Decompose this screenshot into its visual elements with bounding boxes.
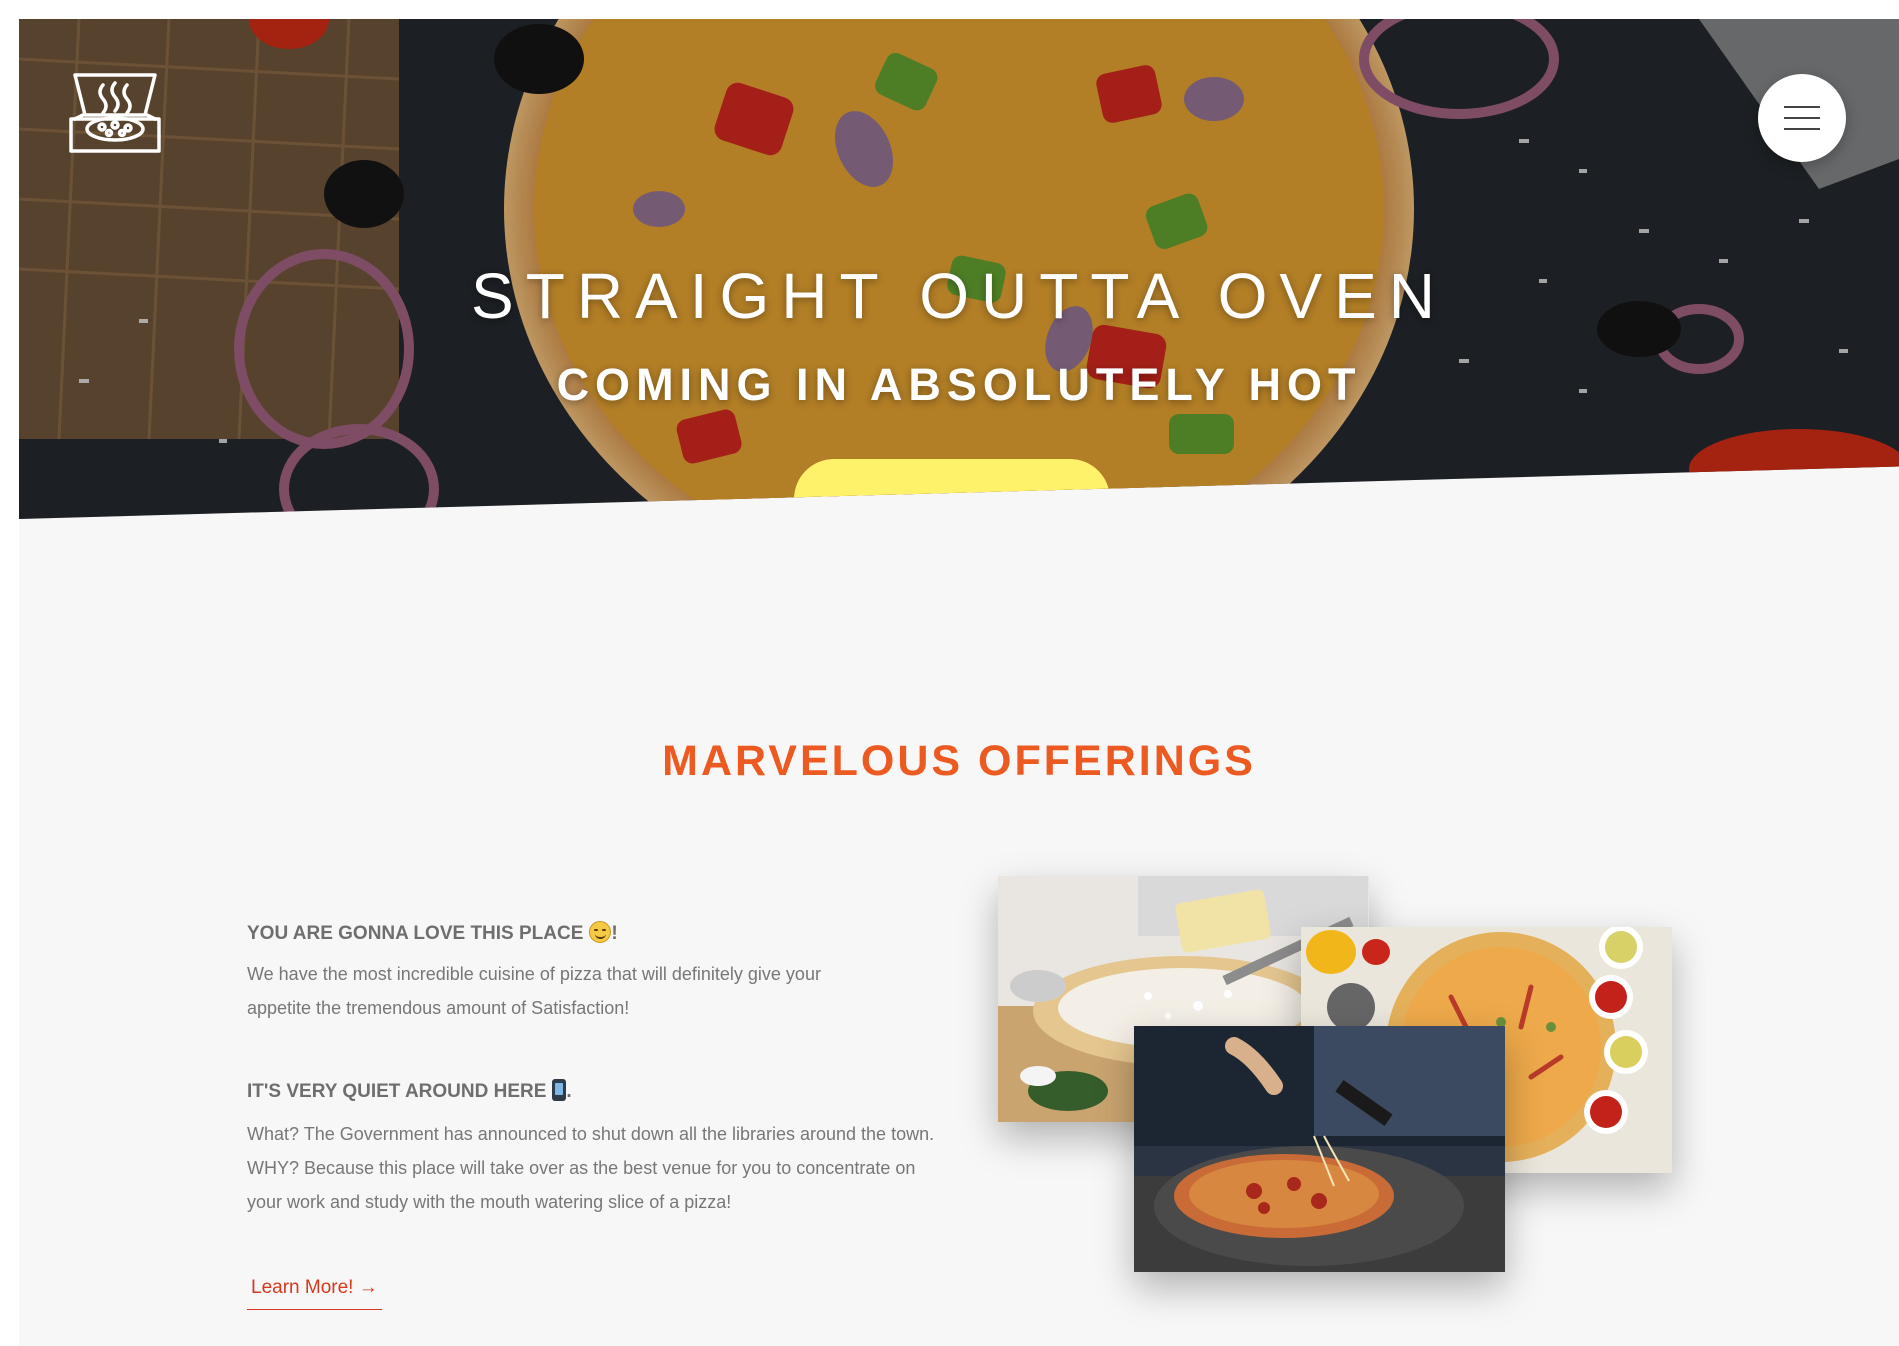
- feature-heading-2-suffix: .: [566, 1081, 572, 1102]
- menu-line-2: [1784, 117, 1820, 119]
- hero-title: STRAIGHT OUTTA OVEN: [471, 260, 1447, 332]
- section-title: MARVELOUS OFFERINGS: [662, 737, 1256, 785]
- menu-line-3: [1784, 128, 1820, 130]
- page: STRAIGHT OUTTA OVEN COMING IN ABSOLUTELY…: [19, 19, 1899, 1346]
- hero-subtitle: COMING IN ABSOLUTELY HOT: [556, 359, 1362, 410]
- feature-paragraph-2: What? The Government has announced to sh…: [247, 1124, 935, 1212]
- learn-more-link[interactable]: Learn More! →: [247, 1271, 382, 1310]
- hero-cta-button[interactable]: [794, 459, 1110, 519]
- feature-heading-2-text: IT'S VERY QUIET AROUND HERE: [247, 1081, 547, 1102]
- feature-paragraph-1: We have the most incredible cuisine of p…: [247, 964, 821, 1018]
- feature-heading-1: YOU ARE GONNA LOVE THIS PLACE!: [247, 921, 618, 945]
- hero-header: STRAIGHT OUTTA OVEN COMING IN ABSOLUTELY…: [19, 19, 1899, 519]
- pizza-stretch-photo[interactable]: [1134, 1026, 1505, 1272]
- feature-heading-1-text: YOU ARE GONNA LOVE THIS PLACE: [247, 923, 584, 944]
- yum-face-icon: [589, 921, 612, 943]
- feature-heading-2: IT'S VERY QUIET AROUND HERE.: [247, 1079, 572, 1103]
- mobile-phone-off-icon: [552, 1079, 567, 1101]
- feature-heading-1-suffix: !: [611, 923, 618, 944]
- pizza-box-icon[interactable]: [69, 71, 161, 155]
- menu-line-1: [1784, 106, 1820, 108]
- hamburger-menu-icon[interactable]: [1758, 74, 1846, 162]
